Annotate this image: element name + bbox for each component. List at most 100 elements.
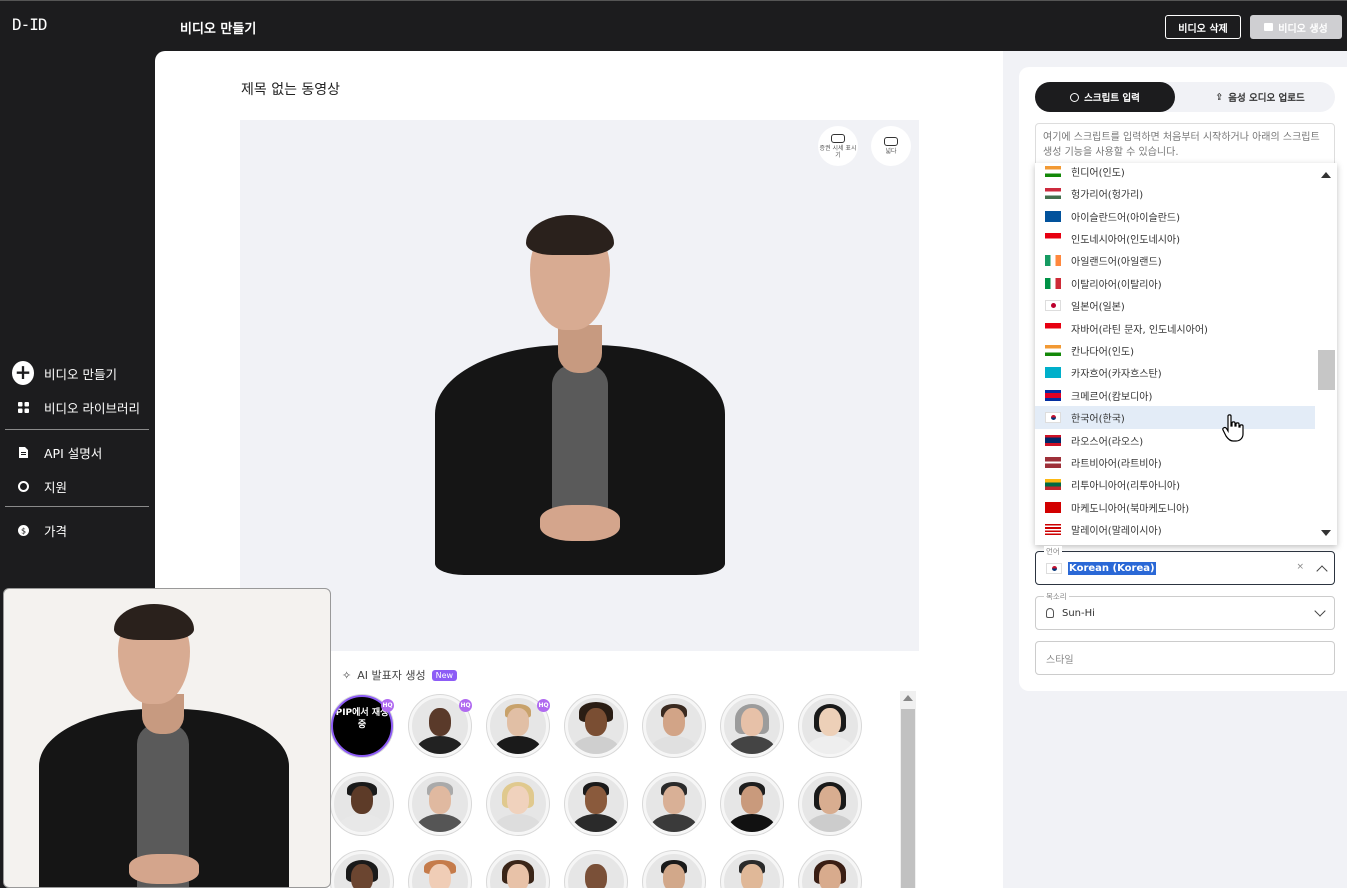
new-badge: New [431, 669, 458, 681]
scrollbar-thumb[interactable] [901, 709, 915, 888]
tab-label: 음성 오디오 업로드 [1228, 93, 1305, 104]
language-option-label: 리투아니아어(리투아니아) [1071, 481, 1181, 493]
avatar-tile[interactable] [721, 773, 783, 835]
language-option-label: 라오스어(라오스) [1071, 436, 1144, 448]
language-option[interactable]: 인도네시아어(인도네시아) [1035, 227, 1315, 250]
did-logo[interactable]: D-ID [12, 15, 48, 34]
flag-icon [1045, 412, 1061, 424]
avatar-tile[interactable] [565, 773, 627, 835]
sidebar-item-create-video[interactable]: + 비디오 만들기 [12, 361, 117, 385]
language-option[interactable]: 일본어(일본) [1035, 294, 1315, 317]
flag-icon [1045, 344, 1061, 356]
avatar-tile[interactable] [799, 695, 861, 757]
language-option-label: 말레이어(말레이시아) [1071, 526, 1162, 538]
avatar-tile[interactable] [643, 773, 705, 835]
language-option[interactable]: 말레이어(말레이시아) [1035, 518, 1315, 541]
language-option[interactable]: 크메르어(캄보디아) [1035, 384, 1315, 407]
language-option[interactable]: 자바어(라틴 문자, 인도네시아어) [1035, 317, 1315, 340]
avatar-tile[interactable] [799, 851, 861, 888]
avatar-tile[interactable] [565, 695, 627, 757]
sidebar-item-video-library[interactable]: 비디오 라이브러리 [12, 398, 140, 417]
plus-circle-icon: + [12, 361, 34, 385]
avatar-tile[interactable] [643, 851, 705, 888]
language-option[interactable]: 라트비아어(라트비아) [1035, 451, 1315, 474]
language-option[interactable]: 이탈리아어(이탈리아) [1035, 272, 1315, 295]
presenter-figure[interactable] [430, 215, 730, 575]
avatar-tile[interactable] [331, 851, 393, 888]
language-option[interactable]: 마케도니아어(북마케도니아) [1035, 496, 1315, 519]
language-option[interactable]: 헝가리어(헝가리) [1035, 182, 1315, 205]
avatar-tile[interactable] [565, 851, 627, 888]
flag-icon [1045, 389, 1061, 401]
flag-icon [1045, 434, 1061, 446]
chevron-up-icon[interactable] [1316, 565, 1328, 577]
sparkle-icon: ✧ [342, 668, 352, 682]
avatar-tile[interactable] [409, 773, 471, 835]
generate-video-button[interactable]: 비디오 생성 [1250, 15, 1342, 39]
scroll-up-icon[interactable] [1321, 172, 1331, 178]
video-title[interactable]: 제목 없는 동영상 [241, 79, 340, 99]
flag-icon [1045, 277, 1061, 289]
pip-video-window[interactable] [3, 588, 331, 888]
language-option[interactable]: 아일랜드어(아일랜드) [1035, 250, 1315, 273]
scrollbar-thumb[interactable] [1318, 350, 1335, 390]
generate-video-label: 비디오 생성 [1278, 23, 1328, 35]
flag-icon [1045, 367, 1061, 379]
avatar-grid: PIP에서 재생 중 HQ HQ HQ [331, 692, 891, 888]
language-select[interactable]: 언어 Korean (Korea) × [1035, 546, 1335, 585]
language-option[interactable]: 라오스어(라오스) [1035, 429, 1315, 452]
language-option[interactable]: 칸나다어(인도) [1035, 339, 1315, 362]
scroll-down-icon[interactable] [1321, 530, 1331, 536]
avatar-tile[interactable] [721, 851, 783, 888]
sidebar-item-pricing[interactable]: $ 가격 [12, 521, 67, 540]
style-select[interactable]: 스타일 [1035, 641, 1335, 675]
pip-tile-text: PIP에서 재생 중 [335, 708, 389, 730]
flag-icon [1045, 255, 1061, 267]
flag-icon [1045, 501, 1061, 513]
language-option-label: 한국어(한국) [1071, 414, 1125, 426]
scroll-up-icon[interactable] [903, 695, 913, 701]
language-option[interactable]: 한국어(한국) [1035, 406, 1315, 429]
tab-audio-upload[interactable]: ⇪ 음성 오디오 업로드 [1185, 82, 1335, 112]
language-field-label: 언어 [1044, 546, 1062, 557]
language-option-label: 아이슬란드어(아이슬란드) [1071, 212, 1181, 224]
voice-selected-value: Sun-Hi [1062, 607, 1095, 619]
avatar-tile[interactable] [409, 851, 471, 888]
ticker-button[interactable]: 증권 시세 표시기 [818, 126, 858, 166]
language-option-label: 헝가리어(헝가리) [1071, 190, 1144, 202]
flag-icon [1045, 456, 1061, 468]
pip-presenter-figure [34, 604, 294, 887]
language-option-label: 힌디어(인도) [1071, 167, 1125, 179]
avatar-scrollbar[interactable] [900, 691, 916, 888]
ai-presenter-generate[interactable]: ✧ AI 발표자 생성 New [342, 667, 458, 683]
delete-video-button[interactable]: 비디오 삭제 [1165, 15, 1241, 39]
language-option-label: 일본어(일본) [1071, 302, 1125, 314]
sidebar-item-support[interactable]: 지원 [12, 477, 67, 496]
language-option[interactable]: 아이슬란드어(아이슬란드) [1035, 205, 1315, 228]
sidebar-item-label: API 설명서 [44, 446, 103, 461]
person-icon [1046, 608, 1054, 618]
tab-script-input[interactable]: 스크립트 입력 [1035, 82, 1175, 112]
wide-button[interactable]: 넓다 [871, 126, 911, 166]
language-option[interactable]: 힌디어(인도) [1035, 163, 1315, 183]
clear-icon[interactable]: × [1296, 562, 1304, 572]
avatar-tile[interactable] [799, 773, 861, 835]
dropdown-scrollbar[interactable] [1316, 163, 1337, 545]
chevron-down-icon[interactable] [1314, 605, 1326, 617]
language-option[interactable]: 리투아니아어(리투아니아) [1035, 474, 1315, 497]
avatar-tile[interactable] [487, 773, 549, 835]
avatar-tile[interactable] [331, 773, 393, 835]
language-option[interactable]: 카자흐어(카자흐스탄) [1035, 362, 1315, 385]
flag-icon [1045, 479, 1061, 491]
avatar-tile[interactable] [721, 695, 783, 757]
avatar-tile[interactable] [487, 851, 549, 888]
language-option-label: 크메르어(캄보디아) [1071, 391, 1153, 403]
voice-select[interactable]: 목소리 Sun-Hi [1035, 591, 1335, 630]
video-camera-icon [1264, 23, 1274, 31]
avatar-tile[interactable] [643, 695, 705, 757]
hq-badge: HQ [381, 699, 394, 712]
grid-icon [12, 402, 34, 413]
page-heading: 비디오 만들기 [180, 22, 257, 37]
language-option-label: 이탈리아어(이탈리아) [1071, 279, 1162, 291]
sidebar-item-api-docs[interactable]: API 설명서 [12, 443, 102, 462]
